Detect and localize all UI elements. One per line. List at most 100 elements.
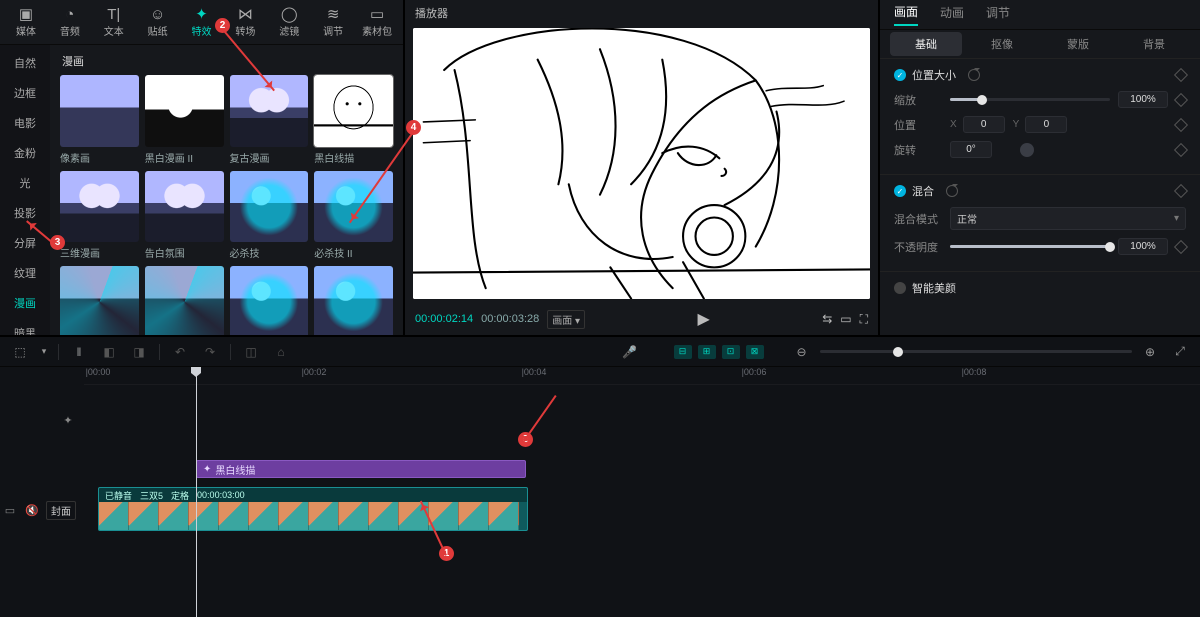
select-tool[interactable]: ⬚ bbox=[8, 341, 32, 363]
fx-thumb[interactable] bbox=[60, 171, 139, 243]
fx-item-11[interactable]: 烟雾炸开 bbox=[314, 266, 393, 335]
inspector-tab-2[interactable]: 调节 bbox=[986, 4, 1010, 25]
compare-button[interactable]: ⇆ bbox=[822, 312, 832, 326]
keyframe-icon[interactable] bbox=[1174, 184, 1188, 198]
split-tool[interactable]: ‖ bbox=[67, 341, 91, 363]
inspector-tab-0[interactable]: 画面 bbox=[894, 3, 918, 26]
top-tab-6[interactable]: ◯滤镜 bbox=[267, 7, 311, 38]
zoom-in-icon[interactable]: ⊕ bbox=[1138, 341, 1162, 363]
align4-icon[interactable]: ⊠ bbox=[746, 345, 764, 359]
fx-item-4[interactable]: 三维漫画 bbox=[60, 171, 139, 261]
pos-y-value[interactable]: 0 bbox=[1025, 116, 1067, 133]
crop-tool[interactable]: ◫ bbox=[239, 341, 263, 363]
sidebar-item-4[interactable]: 光 bbox=[20, 173, 31, 193]
fx-thumb[interactable] bbox=[314, 266, 393, 335]
fx-thumb[interactable] bbox=[60, 75, 139, 147]
tool-dropdown[interactable]: ▾ bbox=[38, 341, 50, 363]
pos-x-value[interactable]: 0 bbox=[963, 116, 1005, 133]
sidebar-item-2[interactable]: 电影 bbox=[14, 113, 36, 133]
fx-thumb[interactable] bbox=[314, 171, 393, 243]
timeline-ruler[interactable]: |00:00|00:02|00:04|00:06|00:08 bbox=[84, 367, 1200, 385]
fit-icon[interactable]: ⤢ bbox=[1168, 341, 1192, 363]
timeline-body[interactable]: |00:00|00:02|00:04|00:06|00:08 ✦ ✦ 黑白线描 bbox=[0, 367, 1200, 617]
inspector-pill-0[interactable]: 基础 bbox=[890, 32, 962, 56]
sidebar-item-8[interactable]: 漫画 bbox=[14, 293, 36, 313]
inspector-pill-2[interactable]: 蒙版 bbox=[1042, 32, 1114, 56]
rotate-value[interactable]: 0° bbox=[950, 141, 992, 158]
top-tab-7[interactable]: ≋调节 bbox=[311, 7, 355, 38]
rotate-dial[interactable] bbox=[1020, 143, 1034, 157]
opacity-value[interactable]: 100% bbox=[1118, 238, 1168, 255]
fx-item-2[interactable]: 复古漫画 bbox=[230, 75, 309, 165]
sidebar-item-0[interactable]: 自然 bbox=[14, 53, 36, 73]
sidebar-item-9[interactable]: 暗黑 bbox=[14, 323, 36, 335]
crop2-tool[interactable]: ⌂ bbox=[269, 341, 293, 363]
fx-thumb[interactable] bbox=[230, 266, 309, 335]
keyframe-icon[interactable] bbox=[1174, 239, 1188, 253]
section-enable-toggle[interactable] bbox=[894, 282, 906, 294]
top-tab-3[interactable]: ☺贴纸 bbox=[136, 7, 180, 38]
fx-thumb[interactable] bbox=[230, 75, 309, 147]
fx-item-0[interactable]: 像素画 bbox=[60, 75, 139, 165]
keyframe-icon[interactable] bbox=[1174, 117, 1188, 131]
sidebar-item-3[interactable]: 金粉 bbox=[14, 143, 36, 163]
blend-mode-select[interactable]: 正常 bbox=[950, 207, 1186, 230]
fx-thumb[interactable] bbox=[145, 171, 224, 243]
fullscreen-button[interactable]: ⛶ bbox=[860, 312, 868, 327]
align1-icon[interactable]: ⊟ bbox=[674, 345, 692, 359]
top-tab-8[interactable]: ▭素材包 bbox=[355, 7, 399, 38]
sidebar-item-5[interactable]: 投影 bbox=[14, 203, 36, 223]
fx-item-5[interactable]: 告白氛围 bbox=[145, 171, 224, 261]
inspector-pill-3[interactable]: 背景 bbox=[1118, 32, 1190, 56]
keyframe-icon[interactable] bbox=[1174, 92, 1188, 106]
inspector-tab-1[interactable]: 动画 bbox=[940, 4, 964, 25]
zoom-slider[interactable] bbox=[820, 350, 1133, 353]
inspector-pill-1[interactable]: 抠像 bbox=[966, 32, 1038, 56]
undo-tool[interactable]: ↶ bbox=[168, 341, 192, 363]
delete-left-tool[interactable]: ◧ bbox=[97, 341, 121, 363]
sidebar-item-6[interactable]: 分屏 bbox=[14, 233, 36, 253]
fx-item-7[interactable]: 必杀技 II bbox=[314, 171, 393, 261]
fx-item-8[interactable]: 电光波涡 bbox=[60, 266, 139, 335]
play-button[interactable]: ▶ bbox=[697, 309, 709, 329]
fx-item-10[interactable]: 刀光剑影 bbox=[230, 266, 309, 335]
align3-icon[interactable]: ⊡ bbox=[722, 345, 740, 359]
preview-scale-select[interactable]: 画面 ▾ bbox=[547, 310, 585, 329]
opacity-slider[interactable] bbox=[950, 245, 1110, 248]
sidebar-item-1[interactable]: 边框 bbox=[14, 83, 36, 103]
top-tab-2[interactable]: T|文本 bbox=[92, 7, 136, 38]
top-tab-0[interactable]: ▣媒体 bbox=[4, 7, 48, 38]
keyframe-icon[interactable] bbox=[1174, 142, 1188, 156]
keyframe-icon[interactable] bbox=[1174, 68, 1188, 82]
scale-slider[interactable] bbox=[950, 98, 1110, 101]
mic-icon[interactable]: 🎤 bbox=[618, 341, 642, 363]
section-enable-toggle[interactable]: ✓ bbox=[894, 185, 906, 197]
fx-thumb[interactable] bbox=[60, 266, 139, 335]
fx-item-6[interactable]: 必杀技 bbox=[230, 171, 309, 261]
reset-icon[interactable] bbox=[968, 69, 980, 81]
delete-right-tool[interactable]: ◨ bbox=[127, 341, 151, 363]
reset-icon[interactable] bbox=[946, 185, 958, 197]
fx-thumb[interactable] bbox=[145, 266, 224, 335]
top-tab-1[interactable]: ◔音频 bbox=[48, 7, 92, 38]
redo-tool[interactable]: ↷ bbox=[198, 341, 222, 363]
playhead[interactable] bbox=[196, 367, 197, 617]
aspect-button[interactable]: ▭ bbox=[840, 312, 851, 326]
mute-icon[interactable]: 🔇 bbox=[24, 504, 40, 517]
section-enable-toggle[interactable]: ✓ bbox=[894, 69, 906, 81]
top-tab-5[interactable]: ⋈转场 bbox=[223, 7, 267, 38]
fx-item-1[interactable]: 黑白漫画 II bbox=[145, 75, 224, 165]
fx-thumb[interactable] bbox=[314, 75, 393, 147]
fx-item-9[interactable]: 电光包围 bbox=[145, 266, 224, 335]
effect-clip[interactable]: ✦ 黑白线描 bbox=[196, 460, 526, 478]
align2-icon[interactable]: ⊞ bbox=[698, 345, 716, 359]
video-clip[interactable]: 已静音 三双5 定格 00:00:03:00 bbox=[98, 487, 528, 531]
fx-item-3[interactable]: 黑白线描 bbox=[314, 75, 393, 165]
top-tab-4[interactable]: ✦特效 bbox=[180, 7, 224, 38]
sidebar-item-7[interactable]: 纹理 bbox=[14, 263, 36, 283]
preview-canvas[interactable] bbox=[413, 28, 870, 299]
zoom-out-icon[interactable]: ⊖ bbox=[790, 341, 814, 363]
cover-label[interactable]: 封面 bbox=[46, 501, 76, 520]
scale-value[interactable]: 100% bbox=[1118, 91, 1168, 108]
fx-thumb[interactable] bbox=[230, 171, 309, 243]
